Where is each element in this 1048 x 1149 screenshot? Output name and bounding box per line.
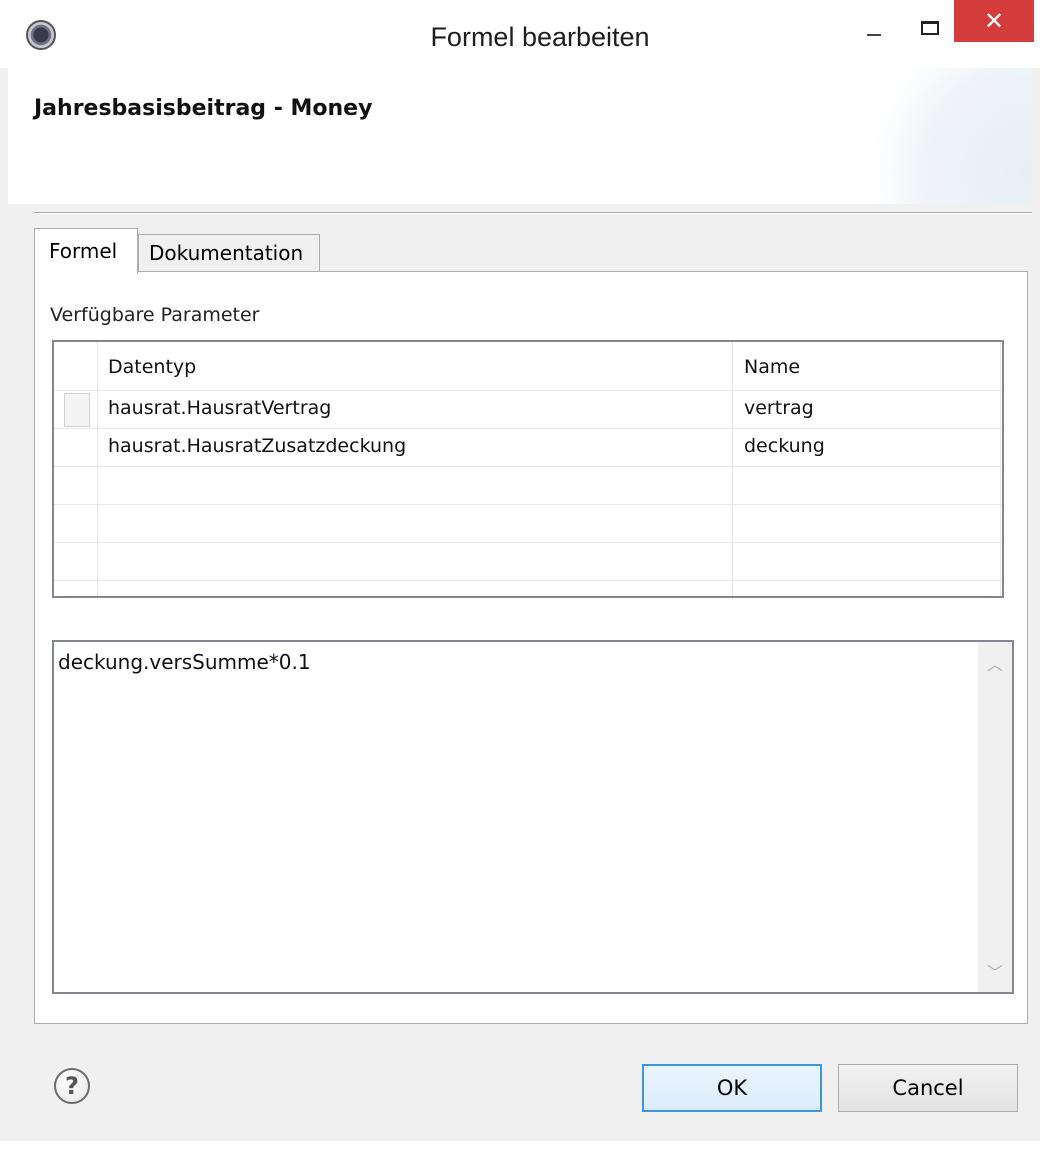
tab-dokumentation-label: Dokumentation	[149, 241, 304, 265]
dialog-window: Formel bearbeiten ✕ Jahresbasisbeitrag -…	[0, 0, 1048, 1149]
table-row-partial	[54, 580, 1002, 596]
close-icon: ✕	[983, 7, 1005, 35]
parameters-label: Verfügbare Parameter	[50, 304, 260, 326]
scroll-up-icon[interactable]: ︿	[978, 646, 1012, 680]
tab-formel-label: Formel	[49, 239, 118, 263]
table-row[interactable]	[54, 466, 1002, 504]
header-decoration	[852, 68, 1032, 204]
eclipse-app-icon[interactable]	[26, 20, 56, 50]
window-border	[1040, 0, 1048, 1149]
cancel-button[interactable]: Cancel	[838, 1064, 1018, 1112]
ok-button-label: OK	[716, 1076, 748, 1100]
cell-name: vertrag	[744, 397, 814, 419]
table-row[interactable]	[54, 542, 1002, 580]
column-header-datentyp[interactable]: Datentyp	[108, 356, 196, 378]
row-selector[interactable]	[64, 393, 90, 427]
help-glyph: ?	[65, 1072, 79, 1100]
cell-datentyp: hausrat.HausratVertrag	[108, 397, 332, 419]
table-row[interactable]: hausrat.HausratZusatzdeckung deckung	[54, 428, 1002, 466]
cancel-button-label: Cancel	[892, 1076, 964, 1100]
table-row[interactable]: hausrat.HausratVertrag vertrag	[54, 390, 1002, 428]
maximize-icon	[921, 21, 939, 35]
header-separator	[34, 212, 1032, 214]
scroll-down-icon[interactable]: ﹀	[978, 954, 1012, 988]
minimize-icon	[867, 34, 881, 36]
parameters-table[interactable]: Datentyp Name hausrat.HausratVertrag ver…	[52, 340, 1004, 598]
window-bottom-edge	[0, 1141, 1040, 1149]
column-header-name[interactable]: Name	[744, 356, 800, 378]
editor-vertical-scrollbar[interactable]: ︿ ﹀	[978, 642, 1012, 992]
tab-formel[interactable]: Formel	[34, 228, 138, 274]
formula-text[interactable]: deckung.versSumme*0.1	[58, 650, 311, 674]
ok-button[interactable]: OK	[642, 1064, 822, 1112]
dialog-header: Jahresbasisbeitrag - Money	[8, 68, 1032, 204]
title-bar[interactable]: Formel bearbeiten ✕	[0, 0, 1040, 68]
cell-name: deckung	[744, 435, 825, 457]
header-title: Jahresbasisbeitrag - Money	[34, 96, 373, 121]
help-icon[interactable]: ?	[54, 1068, 90, 1104]
table-row[interactable]	[54, 504, 1002, 542]
formula-editor[interactable]: deckung.versSumme*0.1 ︿ ﹀	[52, 640, 1014, 994]
window-title: Formel bearbeiten	[430, 22, 650, 52]
close-button[interactable]: ✕	[954, 0, 1034, 42]
minimize-button[interactable]	[851, 8, 897, 48]
maximize-button[interactable]	[907, 8, 953, 48]
tab-dokumentation[interactable]: Dokumentation	[138, 234, 320, 272]
cell-datentyp: hausrat.HausratZusatzdeckung	[108, 435, 407, 457]
